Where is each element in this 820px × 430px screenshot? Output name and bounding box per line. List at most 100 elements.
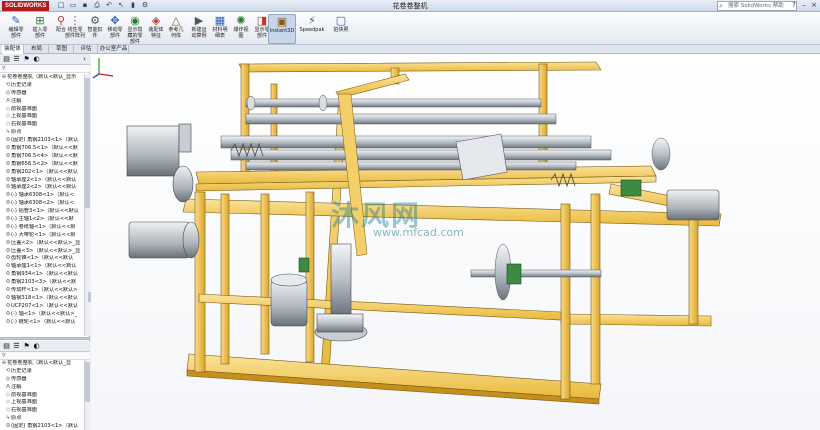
tree-item-label: (-) 链轮<1>（默认<<默认	[11, 318, 76, 325]
tree-item[interactable]: A注解	[0, 98, 84, 106]
machine-model	[126, 61, 722, 405]
tree-item[interactable]: ◇上视基准面	[0, 399, 84, 407]
tree-item-label: 上视基准面	[11, 399, 37, 406]
scroll-thumb[interactable]	[85, 78, 90, 208]
panel-splitter[interactable]	[0, 337, 90, 340]
command-manager: ✎ 编辑零 部件 ⊞ 插入零 部件 ⚲ 配合 ⋮ 线性零 部件阵列 ⚙ 智能扣 件 ✥ 移动零 部件 ◉…	[0, 12, 820, 45]
tree-item-label: 历史记录	[11, 81, 32, 88]
speedpak-button[interactable]: ⚡ Speedpak	[298, 14, 326, 44]
tree-item[interactable]: ⚙角钢202<1>（默认<<默认	[0, 169, 84, 177]
tab-0[interactable]: 装配体	[2, 45, 24, 54]
tree-filter-bottom[interactable]: ▿	[0, 351, 90, 360]
tree-item-label: UCP207<1>（默认<<默认	[11, 302, 79, 309]
tree-item-label: (固定) 角钢2103<1>（默认	[11, 423, 79, 430]
snapshot-button[interactable]: ▢ 拍快照	[328, 14, 354, 44]
close-icon[interactable]: ×	[810, 1, 818, 10]
tree-item[interactable]: ◎传感器	[0, 376, 84, 384]
tree-item-label: 角钢2103<3>（默认<<默	[11, 279, 77, 286]
tree-item[interactable]: ⚙(-) 轴<1>（默认<<默认>_	[0, 311, 84, 319]
tree-item[interactable]: ⚙(固定) 角钢2103<1>（默认	[0, 423, 84, 430]
tree-item[interactable]: ⚙(-) 主轴1<2>（默认<<默	[0, 216, 84, 224]
tree-item[interactable]: ⚙轴承座2<1>（默认<<默认	[0, 177, 84, 185]
tree-item[interactable]: ⚙轴钢318<1>（默认<<默认	[0, 295, 84, 303]
tree-item[interactable]: ⚙(-) 轴承6308<1>（默认<	[0, 192, 84, 200]
tree-item[interactable]: ↳原点	[0, 129, 84, 137]
tree-item[interactable]: ⟲历史记录	[0, 368, 84, 376]
tree-item[interactable]: ◇上视基准面	[0, 113, 84, 121]
motion-study-icon: ▶	[194, 14, 204, 27]
tree-item[interactable]: ↳原点	[0, 415, 84, 423]
window-controls: ? – ×	[790, 1, 818, 10]
graphics-viewport[interactable]: 沐风网 www.mfcad.com	[91, 54, 820, 430]
feature-tree-icon[interactable]: ▤	[2, 342, 11, 351]
tree-item[interactable]: ⚙角钢706.5<4>（默认<<默	[0, 153, 84, 161]
tree-item[interactable]: ⚙(-) 铝管3<1>（默认<<默认	[0, 208, 84, 216]
display-manager-icon[interactable]: ◐	[32, 55, 41, 64]
help-icon[interactable]: ?	[790, 1, 798, 10]
tree-item-label: (-) 轴承6308<2>（默认<	[11, 200, 75, 207]
tree-item[interactable]: ⟲历史记录	[0, 82, 84, 90]
tab-4[interactable]: 办公室产品	[99, 45, 129, 54]
tree-item[interactable]: ⚙轴承座1<1>（默认<<默认	[0, 263, 84, 271]
tree-item-label: 花卷卷整机（默认<默认_显	[7, 360, 72, 366]
tab-2[interactable]: 草图	[50, 45, 74, 54]
tree-item[interactable]: ⚙角钢934<1>（默认<<默认	[0, 271, 84, 279]
help-search-input[interactable]: ⌕ 搜索 SolidWorks 帮助	[717, 1, 797, 11]
tree-item-label: 右视基准面	[11, 121, 37, 128]
tab-3[interactable]: 评估	[75, 45, 98, 54]
fastener-icon: ⚙	[90, 14, 100, 27]
tree-item[interactable]: ⊕花卷卷整机（默认<默认_显示	[0, 74, 84, 82]
tree-item[interactable]: A注解	[0, 384, 84, 392]
tree-item[interactable]: ⚙角钢656.5<2>（默认<<默	[0, 161, 84, 169]
tree-item[interactable]: ⚙(-) 链轮<1>（默认<<默认	[0, 319, 84, 327]
config-manager-icon[interactable]: ⚑	[22, 342, 31, 351]
tree-item-label: (-) 主轴1<2>（默认<<默	[11, 216, 74, 223]
tree-item-label: 原点	[11, 129, 22, 136]
search-icon: ⌕	[719, 2, 723, 10]
panel-toolbar: ▤ ☰ ⚑ ◐ ›	[0, 54, 90, 65]
tree-item[interactable]: ⊕花卷卷整机（默认<默认_显	[0, 360, 84, 368]
tab-1[interactable]: 布局	[25, 45, 49, 54]
tree-item[interactable]: ⚙(-) 大带轮<1>（默认<<默	[0, 232, 84, 240]
tree-item[interactable]: ⚙角钢706.5<1>（默认<<默	[0, 145, 84, 153]
property-manager-icon[interactable]: ☰	[12, 55, 21, 64]
assembly-feature-icon: ◈	[151, 14, 161, 27]
tree-item-label: 轴承座2<1>（默认<<默认	[11, 176, 77, 183]
expand-icon[interactable]: ›	[80, 55, 89, 64]
config-manager-icon[interactable]: ⚑	[22, 55, 31, 64]
edit-component-button[interactable]: ✎ 编辑零 部件	[3, 14, 29, 44]
tree-item[interactable]: ◎传感器	[0, 90, 84, 98]
tree-item[interactable]: ⚙(-) 卷纸轴<1>（默认<<默	[0, 224, 84, 232]
tree-item[interactable]: ◇前视基准面	[0, 106, 84, 114]
display-manager-icon[interactable]: ◐	[32, 342, 41, 351]
tree-item[interactable]: ⚙角钢2103<3>（默认<<默	[0, 279, 84, 287]
reference-geometry-icon: △	[171, 14, 181, 27]
tree-item[interactable]: ⚙(-) 轴承6308<2>（默认<	[0, 200, 84, 208]
property-manager-icon[interactable]: ☰	[12, 342, 21, 351]
show-hidden-icon: ◉	[130, 14, 140, 27]
feature-tree-top: ⊕花卷卷整机（默认<默认_显示 ⟲历史记录 ◎传感器 A注解 ◇前视基准面 ◇上视基准面 ◇…	[0, 74, 84, 327]
tree-item-label: 压盖<2>（默认<<默认>_显	[11, 239, 81, 246]
feature-tree-bottom: ⊕花卷卷整机（默认<默认_显 ⟲历史记录 ◎传感器 A注解 ◇前视基准面 ◇上视基准面 ◇右…	[0, 360, 84, 430]
tree-item[interactable]: ◇右视基准面	[0, 407, 84, 415]
instant3d-toggle-button[interactable]: ▣ Instant3D	[268, 14, 296, 44]
tree-item[interactable]: ⚙压盖<2>（默认<<默认>_显	[0, 240, 84, 248]
tree-item-label: (-) 大带轮<1>（默认<<默	[11, 231, 76, 238]
tree-item-label: 前视基准面	[11, 105, 37, 112]
feature-tree-icon[interactable]: ▤	[2, 55, 11, 64]
tree-item-label: 角钢656.5<2>（默认<<默	[11, 160, 78, 167]
tree-item[interactable]: ◇右视基准面	[0, 121, 84, 129]
tree-item[interactable]: ⚙UCP207<1>（默认<<默认	[0, 303, 84, 311]
tree-filter[interactable]: ▿	[0, 64, 90, 73]
tree-item[interactable]: ⚙齿轮锥<1>（默认<<默认	[0, 255, 84, 263]
minimize-icon[interactable]: –	[800, 1, 808, 10]
tree-item-label: 传感器	[11, 89, 27, 96]
tree-item[interactable]: ⚙传动杆<1>（默认<<默认>	[0, 287, 84, 295]
tree-item[interactable]: ⚙轴承座2<2>（默认<<默认	[0, 184, 84, 192]
tree-item[interactable]: ⚙压盖<3>（默认<<默认>_显	[0, 248, 84, 256]
scroll-thumb[interactable]	[85, 362, 90, 402]
tree-item[interactable]: ⚙(固定) 角钢2103<1>（默认	[0, 137, 84, 145]
tree-item-label: 轴钢318<1>（默认<<默认	[11, 294, 78, 301]
tree-item[interactable]: ◇前视基准面	[0, 392, 84, 400]
tree-scrollbar-bottom[interactable]	[84, 360, 90, 430]
